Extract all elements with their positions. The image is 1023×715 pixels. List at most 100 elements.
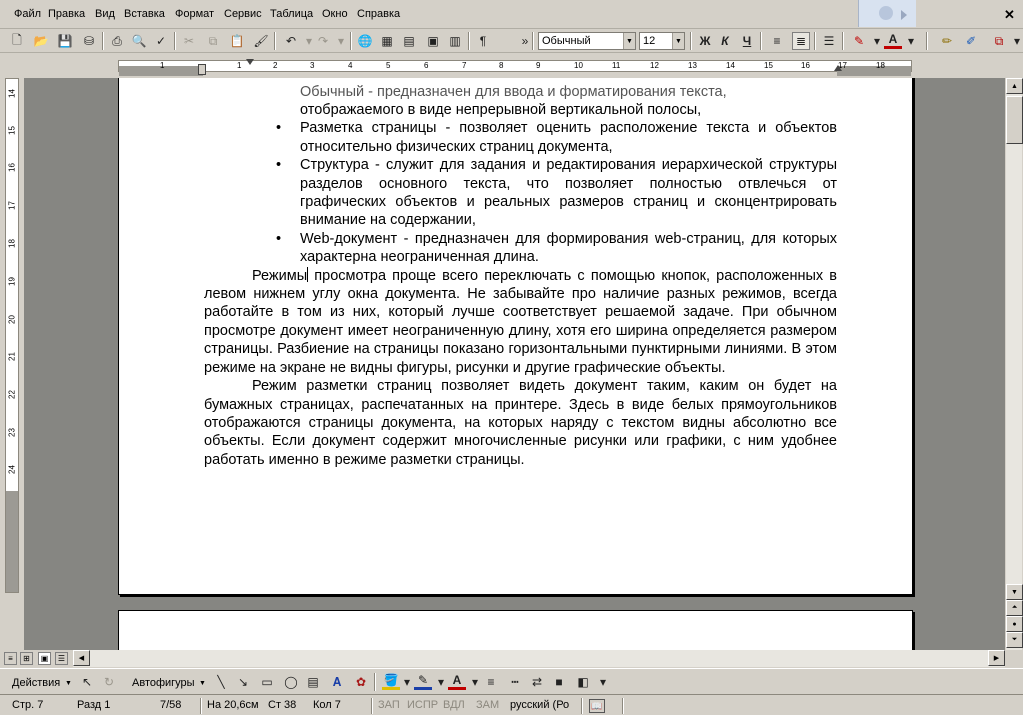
insert-table-icon[interactable]: ▤ [400, 32, 418, 50]
menu-table[interactable]: Таблица [270, 8, 313, 20]
oval-icon[interactable]: ◯ [282, 673, 300, 691]
next-page-icon[interactable]: ⏷ [1006, 632, 1023, 648]
status-divider [581, 698, 583, 714]
left-indent-marker[interactable] [198, 64, 206, 75]
menu-edit[interactable]: Правка [48, 8, 85, 20]
underline-button[interactable]: Ч [738, 32, 756, 50]
menu-view[interactable]: Вид [95, 8, 115, 20]
cut-icon[interactable]: ✂ [180, 32, 198, 50]
language-bar[interactable] [858, 0, 916, 27]
open-folder-icon[interactable]: 📂 [32, 32, 50, 50]
spelling-icon[interactable]: ✓ [152, 32, 170, 50]
outline-view-icon[interactable]: ☰ [55, 652, 68, 665]
research-icon[interactable]: ⧉ [990, 32, 1008, 50]
permission-icon[interactable]: ⛁ [80, 32, 98, 50]
scroll-thumb[interactable] [1006, 96, 1023, 144]
spelling-status-icon[interactable]: 📖 [589, 699, 605, 713]
first-line-indent-marker[interactable] [246, 59, 254, 65]
style-select[interactable]: Обычный ▼ [538, 32, 636, 50]
scroll-up-icon[interactable]: ▲ [1006, 78, 1023, 94]
free-rotate-icon[interactable]: ↻ [100, 673, 118, 691]
insert-excel-icon[interactable]: ▣ [424, 32, 442, 50]
next-page[interactable] [118, 610, 913, 650]
line-icon[interactable]: ╲ [212, 673, 230, 691]
menu-format[interactable]: Формат [175, 8, 214, 20]
list-item-text: отображаемого в виде непрерывной вертика… [300, 102, 702, 118]
pencil-icon[interactable]: ✏ [938, 32, 956, 50]
columns-icon[interactable]: ▥ [446, 32, 464, 50]
status-ovr[interactable]: ЗАМ [476, 699, 499, 713]
toolbar-separator [532, 32, 534, 50]
status-divider [371, 698, 373, 714]
scroll-left-icon[interactable]: ◀ [73, 650, 90, 666]
rectangle-icon[interactable]: ▭ [258, 673, 276, 691]
undo-icon[interactable]: ↶ [282, 32, 300, 50]
status-rec[interactable]: ЗАП [378, 699, 400, 713]
actions-menu[interactable]: Действия [12, 677, 60, 689]
dash-style-icon[interactable]: ┅ [506, 673, 524, 691]
print-icon[interactable]: ⎙ [108, 32, 126, 50]
ruler-label: 19 [7, 277, 17, 286]
bold-button[interactable]: Ж [696, 32, 714, 50]
vertical-scrollbar[interactable]: ▲ ▼ ⏶ ● ⏷ [1005, 78, 1023, 650]
paste-icon[interactable]: 📋 [228, 32, 246, 50]
show-formatting-icon[interactable]: ¶ [474, 32, 492, 50]
menu-file[interactable]: Файл [14, 8, 41, 20]
redo-dropdown-icon[interactable]: ▾ [332, 32, 350, 50]
autoshapes-menu[interactable]: Автофигуры [132, 677, 195, 689]
wordart-icon[interactable]: 𝐀 [328, 673, 346, 691]
line-color-icon[interactable]: ✎ [414, 673, 432, 690]
status-divider [622, 698, 624, 714]
toolbar-overflow-icon[interactable]: ▾ [594, 673, 612, 691]
shadow-icon[interactable]: ■ [550, 673, 568, 691]
menu-window[interactable]: Окно [322, 8, 348, 20]
align-center-icon[interactable]: ≡ [768, 32, 786, 50]
hyperlink-icon[interactable]: 🌐 [356, 32, 374, 50]
font-color-button[interactable]: A [884, 32, 902, 49]
bullets-icon[interactable]: ☰ [820, 32, 838, 50]
horizontal-scrollbar[interactable]: ◀ ▶ [73, 650, 1005, 667]
page[interactable]: Обычный - предназначен для ввода и форма… [118, 78, 913, 595]
new-document-icon[interactable]: 🗋 [8, 32, 26, 50]
scroll-right-icon[interactable]: ▶ [988, 650, 1005, 666]
status-column: Кол 7 [313, 699, 341, 711]
justify-icon[interactable]: ≣ [792, 32, 810, 50]
arrow-icon[interactable]: ↘ [234, 673, 252, 691]
redo-icon[interactable]: ↷ [314, 32, 332, 50]
menu-insert[interactable]: Вставка [124, 8, 165, 20]
scroll-down-icon[interactable]: ▼ [1006, 584, 1023, 600]
arrow-style-icon[interactable]: ⇄ [528, 673, 546, 691]
menu-help[interactable]: Справка [357, 8, 400, 20]
save-icon[interactable]: 💾 [56, 32, 74, 50]
clip-art-icon[interactable]: ✿ [352, 673, 370, 691]
highlight-icon[interactable]: ✎ [850, 32, 868, 50]
copy-icon[interactable]: ⧉ [204, 32, 222, 50]
page-text[interactable]: Обычный - предназначен для ввода и форма… [204, 83, 837, 469]
menu-tools[interactable]: Сервис [224, 8, 262, 20]
browse-object-icon[interactable]: ● [1006, 616, 1023, 632]
document-close-icon[interactable]: ✕ [1004, 7, 1015, 23]
print-layout-view-icon[interactable]: ▣ [38, 652, 51, 665]
horizontal-ruler[interactable]: 1 1 2 3 4 5 6 7 8 9 10 11 12 13 14 15 16… [0, 56, 1023, 76]
status-trk[interactable]: ИСПР [407, 699, 438, 713]
font-size-select[interactable]: 12 ▼ [639, 32, 685, 50]
toolbar-overflow-icon[interactable]: ▾ [1008, 32, 1023, 50]
vertical-ruler[interactable]: 14 15 16 17 18 19 20 21 22 23 24 25 26 2… [5, 78, 19, 593]
line-style-icon[interactable]: ≡ [482, 673, 500, 691]
right-indent-marker[interactable] [834, 65, 842, 71]
format-painter-icon[interactable]: 🖌 [252, 32, 270, 50]
select-objects-icon[interactable]: ↖ [78, 673, 96, 691]
print-preview-icon[interactable]: 🔍 [130, 32, 148, 50]
tables-borders-icon[interactable]: ▦ [378, 32, 396, 50]
document-area[interactable]: Обычный - предназначен для ввода и форма… [24, 78, 1005, 650]
text-box-icon[interactable]: ▤ [304, 673, 322, 691]
web-view-icon[interactable]: ⊞ [20, 652, 33, 665]
italic-button[interactable]: К [716, 32, 734, 50]
drawing-font-color-button[interactable]: A [448, 673, 466, 690]
previous-page-icon[interactable]: ⏶ [1006, 600, 1023, 616]
normal-view-icon[interactable]: ≡ [4, 652, 17, 665]
draw-icon[interactable]: ✐ [962, 32, 980, 50]
font-color-dropdown-icon[interactable]: ▾ [902, 32, 920, 50]
status-ext[interactable]: ВДЛ [443, 699, 465, 713]
3d-icon[interactable]: ◧ [574, 673, 592, 691]
